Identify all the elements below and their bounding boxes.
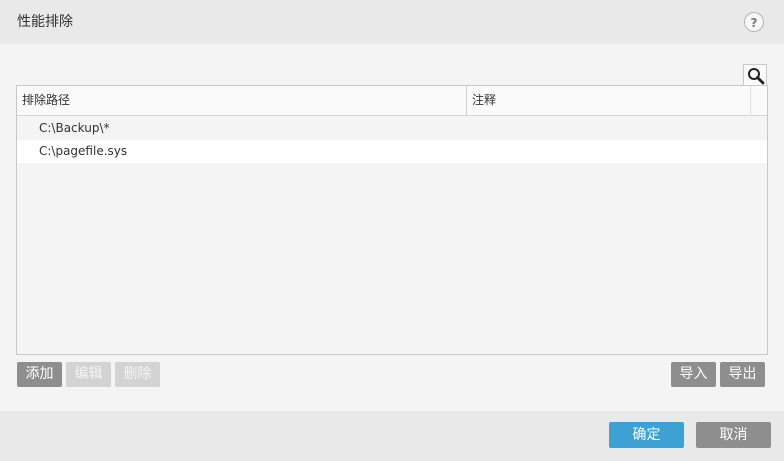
delete-button[interactable]: 删除 [115, 362, 160, 387]
search-button[interactable] [743, 64, 767, 86]
column-divider[interactable] [466, 86, 467, 116]
table-header: 排除路径 注释 [17, 86, 767, 116]
edit-button[interactable]: 编辑 [66, 362, 111, 387]
export-button[interactable]: 导出 [720, 362, 765, 387]
dialog-title: 性能排除 [17, 14, 73, 30]
table-row[interactable]: C:\Backup\* [17, 117, 767, 140]
exclusions-table: 排除路径 注释 C:\Backup\* C:\pagefile.sys [16, 85, 768, 355]
import-button[interactable]: 导入 [671, 362, 716, 387]
dialog-titlebar: 性能排除 ? [0, 0, 784, 44]
table-row[interactable]: C:\pagefile.sys [17, 140, 767, 163]
cancel-button[interactable]: 取消 [696, 422, 771, 448]
column-header-comment[interactable]: 注释 [472, 86, 752, 115]
row-path: C:\pagefile.sys [39, 144, 128, 158]
help-button[interactable]: ? [744, 12, 764, 32]
add-button[interactable]: 添加 [17, 362, 62, 387]
scrollbar-header-spacer [750, 86, 767, 116]
row-path: C:\Backup\* [39, 121, 110, 135]
search-icon [748, 68, 765, 85]
column-header-path[interactable]: 排除路径 [22, 86, 466, 115]
ok-button[interactable]: 确定 [609, 422, 684, 448]
